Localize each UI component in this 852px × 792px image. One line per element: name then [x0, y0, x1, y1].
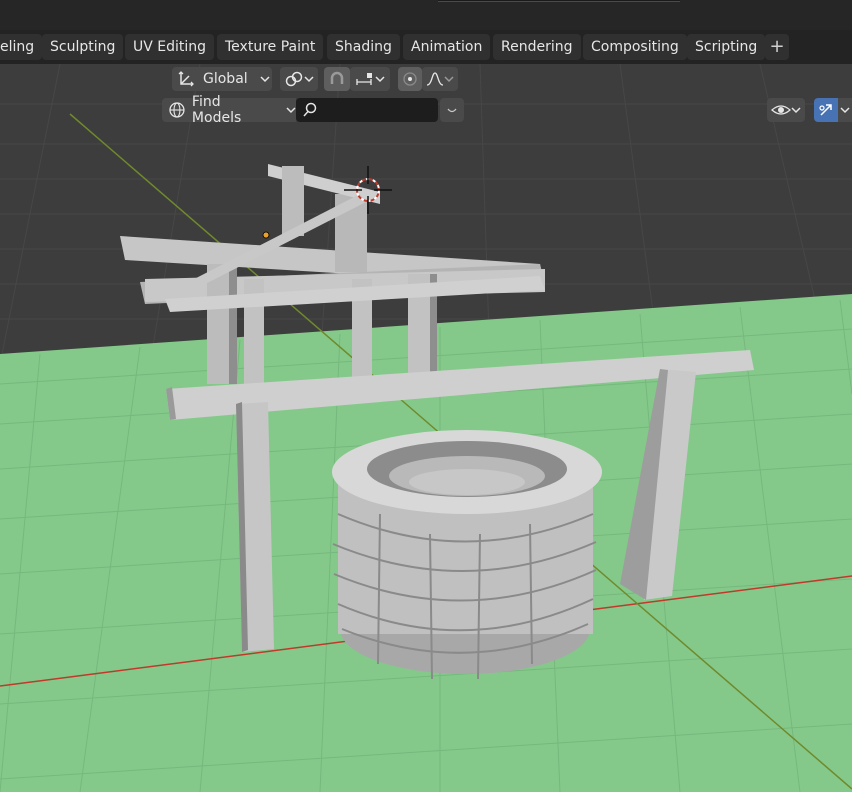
snap-toggle[interactable]: [324, 67, 350, 91]
transform-toolbar: Global: [172, 67, 458, 91]
top-bar: [0, 0, 852, 30]
magnet-icon: [330, 71, 344, 84]
pivot-dropdown[interactable]: [280, 67, 318, 91]
gizmo-icon: [819, 104, 832, 116]
chevron-down-icon: [375, 76, 385, 83]
snap-increment-icon: [356, 73, 372, 85]
search-mode-dropdown[interactable]: Find Models: [162, 94, 296, 126]
tab-rendering[interactable]: Rendering: [493, 34, 581, 60]
proportional-edit-toggle[interactable]: [398, 67, 422, 91]
gizmo-dropdown[interactable]: [838, 98, 852, 122]
tab-compositing[interactable]: Compositing: [583, 34, 687, 60]
workspace-tab-bar: eling Sculpting UV Editing Texture Paint…: [0, 30, 852, 64]
orientation-dropdown[interactable]: Global: [172, 67, 272, 91]
stone-well: [332, 430, 602, 680]
chevron-down-icon: [286, 107, 296, 114]
chevron-down-icon: [840, 107, 850, 114]
chevron-down-icon: [791, 107, 801, 114]
tab-shading[interactable]: Shading: [327, 34, 400, 60]
add-workspace-button[interactable]: +: [765, 34, 789, 60]
3d-viewport[interactable]: [0, 64, 852, 792]
chevron-down-icon: [260, 76, 270, 83]
search-options-button[interactable]: [440, 98, 464, 122]
gizmo-toggle[interactable]: [814, 98, 838, 122]
globe-icon: [169, 102, 185, 118]
search-mode-label: Find Models: [191, 94, 242, 126]
tab-scripting[interactable]: Scripting: [687, 34, 766, 60]
chevron-down-icon: [304, 76, 314, 83]
tab-texture-paint[interactable]: Texture Paint: [217, 34, 324, 60]
eye-icon: [771, 105, 791, 115]
visibility-dropdown[interactable]: [767, 98, 805, 122]
tab-animation[interactable]: Animation: [403, 34, 491, 60]
search-icon: [303, 102, 317, 117]
title-field[interactable]: [438, 0, 680, 2]
snap-target-dropdown[interactable]: [350, 67, 390, 91]
chevron-down-icon: [444, 76, 454, 83]
tab-modeling[interactable]: eling: [0, 34, 43, 60]
link-rings-icon: [285, 71, 303, 87]
object-origin-icon: [262, 231, 270, 239]
viewport-scene: [0, 64, 852, 792]
tab-sculpting[interactable]: Sculpting: [42, 34, 124, 60]
proportional-edit-icon: [403, 72, 417, 86]
chevron-down-icon: [447, 108, 457, 113]
orientation-label: Global: [203, 71, 248, 87]
transform-axis-icon: [178, 71, 194, 87]
falloff-curve-icon: [426, 72, 444, 86]
tab-uv-editing[interactable]: UV Editing: [125, 34, 215, 60]
search-input[interactable]: [296, 98, 438, 122]
falloff-dropdown[interactable]: [422, 67, 458, 91]
